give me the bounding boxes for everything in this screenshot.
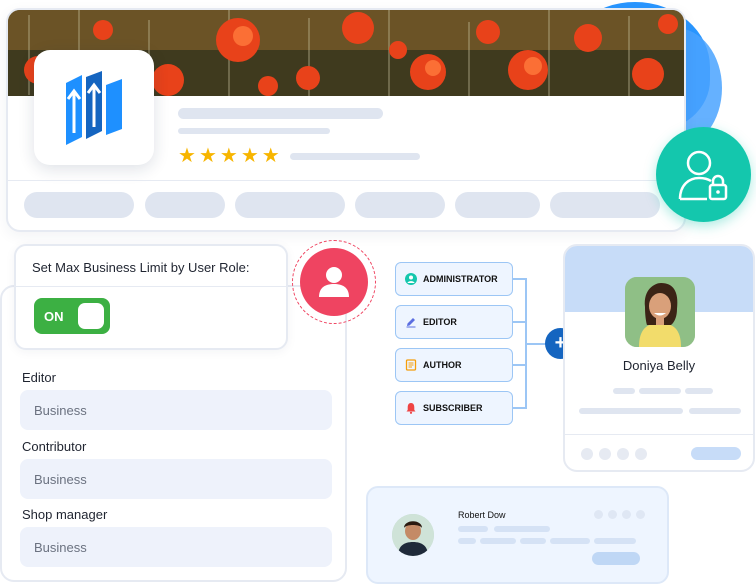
user-lock-badge [656,127,751,222]
social-icon[interactable] [599,448,611,460]
user-circle-icon [405,273,417,285]
profile-name: Doniya Belly [622,358,696,373]
user-avatar [392,514,434,556]
field-label-shop-manager: Shop manager [22,507,108,522]
role-administrator[interactable]: ADMINISTRATOR [395,262,513,296]
business-title-placeholder [178,108,383,119]
business-subtitle-placeholder [178,128,330,134]
business-logo [34,50,154,165]
profile-detail-placeholder [639,388,681,394]
star-icon: ★ [261,145,280,167]
profile-detail-placeholder [685,388,713,394]
user-detail-placeholder [458,538,476,544]
star-icon: ★ [240,145,259,167]
tab-placeholder[interactable] [145,192,225,218]
social-icon[interactable] [608,510,617,519]
field-label-editor: Editor [22,370,56,385]
profile-avatar [625,277,695,347]
tab-placeholder[interactable] [455,192,540,218]
tab-placeholder[interactable] [24,192,134,218]
user-detail-placeholder [550,538,590,544]
limit-toggle[interactable]: ON [34,298,110,334]
user-card: Robert Dow [366,486,669,584]
star-icon: ★ [198,145,217,167]
business-card: ★ ★ ★ ★ ★ [6,8,686,232]
profile-detail-placeholder [689,408,741,414]
user-detail-placeholder [458,526,488,532]
role-label: SUBSCRIBER [423,403,483,413]
user-icon [319,267,349,297]
divider [16,286,286,287]
rating-text-placeholder [290,153,420,160]
connector-line [525,343,547,345]
tab-placeholder[interactable] [550,192,660,218]
divider [565,434,753,435]
user-avatar-circle [300,248,368,316]
shop-manager-business-limit-input[interactable]: Business [20,527,332,567]
field-label-contributor: Contributor [22,439,87,454]
role-editor[interactable]: EDITOR [395,305,513,339]
tab-placeholder[interactable] [355,192,445,218]
social-icon[interactable] [635,448,647,460]
role-subscriber[interactable]: SUBSCRIBER [395,391,513,425]
user-role-badge [292,240,376,324]
user-detail-placeholder [480,538,516,544]
tab-placeholder[interactable] [235,192,345,218]
role-label: EDITOR [423,317,457,327]
bell-icon [405,402,417,414]
profile-detail-placeholder [613,388,635,394]
social-icon[interactable] [617,448,629,460]
contributor-business-limit-input[interactable]: Business [20,459,332,499]
role-author[interactable]: AUTHOR [395,348,513,382]
star-icon: ★ [178,145,196,167]
user-name: Robert Dow [458,510,506,520]
user-detail-placeholder [520,538,546,544]
document-icon [405,359,417,371]
social-icon[interactable] [581,448,593,460]
divider [8,180,684,181]
role-label: ADMINISTRATOR [423,274,498,284]
star-rating: ★ ★ ★ ★ ★ [178,146,280,166]
star-icon: ★ [219,145,238,167]
social-icon[interactable] [622,510,631,519]
user-lock-icon [678,150,727,200]
setting-title: Set Max Business Limit by User Role: [32,260,250,275]
social-icon[interactable] [594,510,603,519]
toggle-knob [78,303,104,329]
logo-icon [66,70,122,145]
max-limit-setting: Set Max Business Limit by User Role: ON [14,244,288,350]
user-detail-placeholder [594,538,636,544]
profile-card: Doniya Belly [563,244,755,472]
profile-action-button[interactable] [691,447,741,460]
pencil-icon [405,316,417,328]
editor-business-limit-input[interactable]: Business [20,390,332,430]
profile-detail-placeholder [579,408,683,414]
toggle-label: ON [44,308,64,324]
user-detail-placeholder [494,526,550,532]
user-action-button[interactable] [592,552,640,565]
social-icon[interactable] [636,510,645,519]
role-label: AUTHOR [423,360,462,370]
